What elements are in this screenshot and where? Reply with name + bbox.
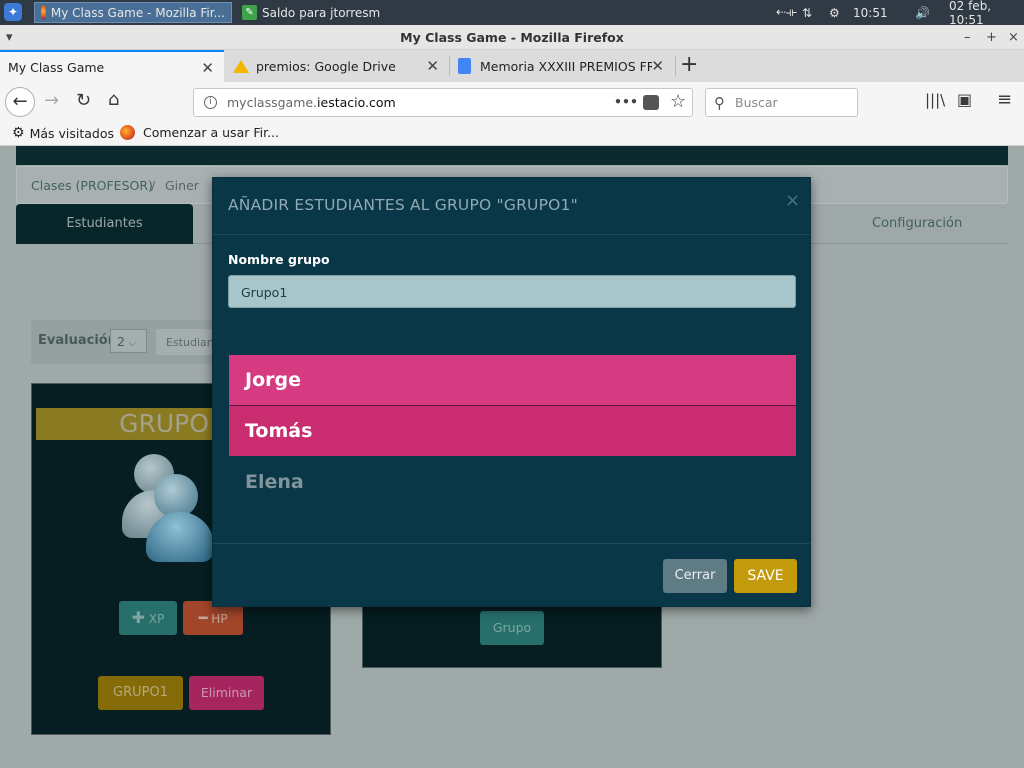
info-icon[interactable]: i: [204, 96, 217, 109]
chevron-down-icon: ⌵: [128, 339, 136, 349]
forward-button[interactable]: →: [44, 90, 59, 111]
student-item-jorge[interactable]: Jorge: [229, 355, 796, 405]
taskbar-item-saldo[interactable]: ✎ Saldo para jtorresm: [236, 2, 416, 23]
window-menu-icon[interactable]: ▾: [6, 25, 13, 50]
breadcrumb-classes-link[interactable]: Clases (PROFESOR): [31, 178, 153, 193]
bookmarks-toolbar: ⚙ Más visitados Comenzar a usar Fir...: [0, 122, 1024, 146]
bookmark-star-icon[interactable]: ☆: [670, 91, 686, 112]
google-docs-icon: [458, 58, 471, 74]
firefox-icon: [120, 125, 135, 140]
tray-clock: 10:51: [853, 5, 888, 20]
url-bar[interactable]: i myclassgame.iestacio.com ••• ☆: [193, 88, 693, 117]
gear-icon: ⚙: [12, 125, 25, 141]
taskbar-item-firefox[interactable]: My Class Game - Mozilla Fir...: [34, 2, 232, 23]
add-xp-button[interactable]: ✚ XP: [119, 601, 177, 635]
close-tab-icon[interactable]: ✕: [426, 57, 439, 75]
google-drive-icon: [233, 59, 249, 73]
tab-label: My Class Game: [8, 59, 105, 75]
menu-icon[interactable]: ≡: [997, 89, 1012, 110]
taskbar-item-label: Saldo para jtorresm: [262, 5, 381, 20]
cancel-button[interactable]: Cerrar: [663, 559, 727, 593]
xfce-menu-icon[interactable]: ✦: [4, 3, 22, 21]
taskbar-date: 02 feb, 10:51: [949, 0, 992, 27]
app-navbar: [16, 146, 1008, 165]
minus-icon: ━: [198, 609, 208, 627]
tab-configuration[interactable]: Configuración: [872, 216, 962, 231]
bookmark-most-visited[interactable]: ⚙ Más visitados: [12, 125, 114, 141]
breadcrumb-current: Giner: [165, 178, 199, 193]
group-card-title: GRUPO: [36, 408, 212, 440]
os-taskbar: ✦ My Class Game - Mozilla Fir... ✎ Saldo…: [0, 0, 1024, 27]
tab-google-drive[interactable]: premios: Google Drive ✕: [225, 50, 449, 82]
close-tab-icon[interactable]: ✕: [651, 57, 664, 75]
search-icon: ⚲: [714, 93, 725, 112]
add-students-modal: AÑADIR ESTUDIANTES AL GRUPO "GRUPO1" × N…: [212, 177, 811, 607]
tab-students[interactable]: Estudiantes: [16, 204, 193, 244]
sidebar-icon[interactable]: ▣: [957, 90, 972, 109]
close-modal-icon[interactable]: ×: [785, 190, 800, 211]
filter-bar: Evaluación 2 ⌵ Estudian: [31, 320, 221, 364]
tab-memoria[interactable]: Memoria XXXIII PREMIOS FRA ✕: [450, 50, 674, 82]
evaluation-select[interactable]: 2 ⌵: [110, 329, 147, 353]
window-title: My Class Game - Mozilla Firefox: [400, 30, 624, 45]
back-button[interactable]: ←: [5, 87, 35, 117]
home-button[interactable]: ⌂: [108, 89, 119, 110]
group-name-button[interactable]: GRUPO1: [98, 676, 183, 710]
app-icon: ✎: [242, 5, 257, 20]
transfer-icon[interactable]: ⇅: [802, 0, 812, 25]
student-item-elena[interactable]: Elena: [229, 457, 796, 507]
tab-my-class-game[interactable]: My Class Game ✕: [0, 50, 224, 82]
settings-tray-icon[interactable]: ⚙: [829, 0, 840, 25]
delete-group-button[interactable]: Eliminar: [189, 676, 264, 710]
search-bar[interactable]: ⚲ Buscar: [705, 88, 858, 117]
taskbar-item-label: My Class Game - Mozilla Fir...: [50, 5, 225, 20]
close-tab-icon[interactable]: ✕: [201, 59, 214, 77]
bookmark-get-started[interactable]: Comenzar a usar Fir...: [120, 125, 279, 140]
modal-title: AÑADIR ESTUDIANTES AL GRUPO "GRUPO1": [228, 196, 578, 214]
students-group-icon: [118, 450, 218, 575]
tab-label: premios: Google Drive: [256, 58, 396, 74]
minimize-icon[interactable]: –: [964, 25, 971, 50]
group-button[interactable]: Grupo: [480, 611, 544, 645]
firefox-icon: [41, 5, 46, 20]
window-titlebar: ▾ My Class Game - Mozilla Firefox – + ×: [0, 25, 1024, 50]
tab-label: Memoria XXXIII PREMIOS FRA: [480, 58, 652, 74]
page-actions-icon[interactable]: •••: [614, 94, 638, 109]
pocket-icon[interactable]: [643, 95, 659, 110]
student-item-tomas[interactable]: Tomás: [229, 406, 796, 456]
plus-icon: ✚: [131, 608, 146, 627]
group-name-label: Nombre grupo: [228, 252, 330, 267]
library-icon[interactable]: |||\: [925, 91, 945, 109]
reload-button[interactable]: ↻: [76, 90, 91, 111]
url-text: myclassgame.iestacio.com: [227, 95, 396, 110]
search-placeholder: Buscar: [735, 95, 778, 110]
save-button[interactable]: SAVE: [734, 559, 797, 593]
network-icon[interactable]: ⇠⟛: [776, 0, 797, 25]
close-window-icon[interactable]: ×: [1008, 25, 1019, 50]
evaluation-label: Evaluación: [38, 333, 117, 348]
browser-tab-strip: My Class Game ✕ premios: Google Drive ✕ …: [0, 50, 1024, 82]
new-tab-button[interactable]: +: [680, 52, 698, 77]
maximize-icon[interactable]: +: [986, 25, 997, 50]
volume-icon[interactable]: 🔊: [915, 0, 930, 25]
group-name-input[interactable]: Grupo1: [228, 275, 796, 308]
